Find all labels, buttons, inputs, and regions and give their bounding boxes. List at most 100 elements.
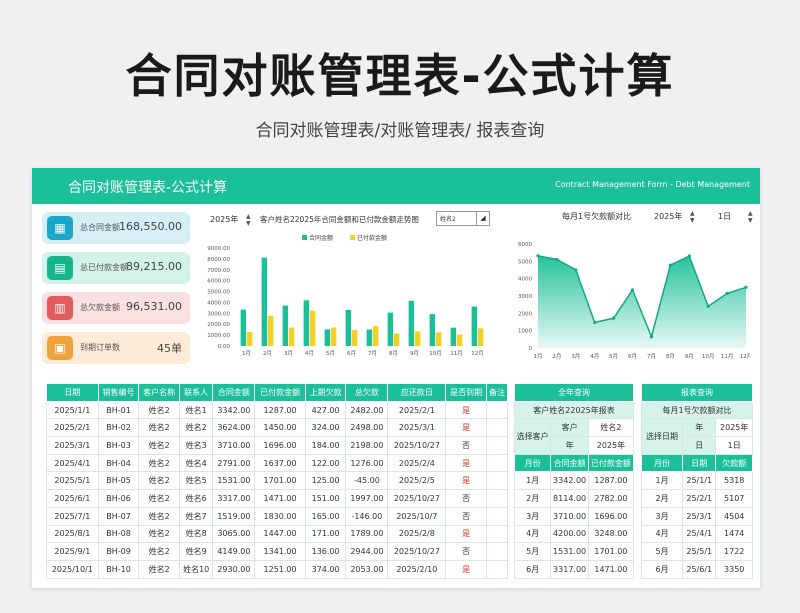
chart1-year-spinner[interactable]: ▲ ▼ bbox=[246, 213, 251, 227]
table-cell[interactable]: 2025/4/1 bbox=[46, 453, 99, 473]
table-cell[interactable] bbox=[485, 418, 509, 438]
table-cell[interactable]: 2025/3/1 bbox=[46, 436, 99, 455]
table-cell[interactable]: 2930.00 bbox=[212, 559, 256, 579]
table-cell[interactable]: 1789.00 bbox=[345, 524, 389, 544]
table-cell[interactable]: 25/3/1 bbox=[682, 506, 717, 526]
table-cell[interactable]: 3月 bbox=[513, 506, 552, 526]
table-cell[interactable]: 1531.00 bbox=[212, 471, 256, 491]
table-cell[interactable]: 姓名6 bbox=[178, 489, 214, 508]
table-cell[interactable]: 2025/2/10 bbox=[387, 559, 447, 579]
table-cell[interactable]: 姓名5 bbox=[178, 471, 214, 491]
table-cell[interactable] bbox=[485, 506, 509, 526]
table-cell[interactable]: 165.00 bbox=[304, 506, 347, 526]
table-cell[interactable]: 171.00 bbox=[304, 524, 347, 544]
table-cell[interactable]: 1637.00 bbox=[254, 453, 306, 473]
table-cell[interactable]: 1722 bbox=[715, 542, 753, 561]
table-cell[interactable]: 25/5/1 bbox=[682, 542, 717, 561]
table-cell[interactable]: 姓名2 bbox=[138, 524, 180, 544]
table-cell[interactable]: 1830.00 bbox=[254, 506, 306, 526]
table-cell[interactable]: 5107 bbox=[715, 489, 753, 508]
table-cell[interactable]: 姓名8 bbox=[178, 524, 214, 544]
table-cell[interactable]: 151.00 bbox=[304, 489, 347, 508]
table-cell[interactable]: 是 bbox=[445, 559, 487, 579]
table-cell[interactable]: 4149.00 bbox=[212, 542, 256, 561]
table-cell[interactable]: 2025/2/1 bbox=[46, 418, 99, 438]
table-cell[interactable]: 2025/10/27 bbox=[387, 489, 447, 508]
table-cell[interactable]: 8114.00 bbox=[550, 489, 589, 508]
table-cell[interactable] bbox=[485, 524, 509, 544]
table-cell[interactable]: 否 bbox=[445, 506, 487, 526]
chart2-year-value[interactable]: 2025年 bbox=[654, 211, 682, 222]
table-cell[interactable]: 5318 bbox=[715, 471, 753, 491]
table-cell[interactable]: 2025/1/1 bbox=[46, 400, 99, 420]
table-cell[interactable]: 2025/2/1 bbox=[387, 400, 447, 420]
table-cell[interactable]: 2053.00 bbox=[345, 559, 389, 579]
table-cell[interactable]: 姓名10 bbox=[178, 559, 214, 579]
table-cell[interactable]: 4504 bbox=[715, 506, 753, 526]
table-cell[interactable]: 3710.00 bbox=[212, 436, 256, 455]
table-cell[interactable]: 3624.00 bbox=[212, 418, 256, 438]
table-cell[interactable]: 374.00 bbox=[304, 559, 347, 579]
table-cell[interactable]: 25/4/1 bbox=[682, 524, 717, 544]
table-cell[interactable]: 3248.00 bbox=[587, 524, 635, 544]
table-cell[interactable]: 2025/2/5 bbox=[387, 471, 447, 491]
table-cell[interactable]: 4月 bbox=[640, 524, 684, 544]
table-cell[interactable]: 是 bbox=[445, 471, 487, 491]
table-cell[interactable]: BH-04 bbox=[97, 453, 140, 473]
table-cell[interactable]: 否 bbox=[445, 489, 487, 508]
table-cell[interactable]: 是 bbox=[445, 400, 487, 420]
table-cell[interactable]: 1251.00 bbox=[254, 559, 306, 579]
table-cell[interactable]: 姓名2 bbox=[138, 436, 180, 455]
table-cell[interactable]: 4月 bbox=[513, 524, 552, 544]
table-cell[interactable]: 122.00 bbox=[304, 453, 347, 473]
table-cell[interactable]: 1341.00 bbox=[254, 542, 306, 561]
table-cell[interactable]: 2025/10/27 bbox=[387, 436, 447, 455]
table-cell[interactable]: 5月 bbox=[640, 542, 684, 561]
table-cell[interactable]: 姓名4 bbox=[178, 453, 214, 473]
table-cell[interactable]: 1471.00 bbox=[587, 559, 635, 579]
table-cell[interactable]: 3342.00 bbox=[550, 471, 589, 491]
table-cell[interactable]: 6月 bbox=[513, 559, 552, 579]
table-cell[interactable]: 1696.00 bbox=[587, 506, 635, 526]
table-cell[interactable]: 否 bbox=[445, 436, 487, 455]
table-cell[interactable]: 1447.00 bbox=[254, 524, 306, 544]
table-cell[interactable]: 25/6/1 bbox=[682, 559, 717, 579]
table-cell[interactable]: 3065.00 bbox=[212, 524, 256, 544]
table-cell[interactable]: 1月 bbox=[640, 471, 684, 491]
table-cell[interactable]: 是 bbox=[445, 524, 487, 544]
table-cell[interactable]: BH-06 bbox=[97, 489, 140, 508]
table-cell[interactable]: 3月 bbox=[640, 506, 684, 526]
table-cell[interactable]: 姓名3 bbox=[178, 436, 214, 455]
table-cell[interactable]: -45.00 bbox=[345, 471, 389, 491]
table-cell[interactable]: 1701.00 bbox=[254, 471, 306, 491]
table-cell[interactable]: 1997.00 bbox=[345, 489, 389, 508]
table-cell[interactable]: 6月 bbox=[640, 559, 684, 579]
table-cell[interactable]: 25/2/1 bbox=[682, 489, 717, 508]
table-cell[interactable]: 2498.00 bbox=[345, 418, 389, 438]
table-cell[interactable]: BH-07 bbox=[97, 506, 140, 526]
table-cell[interactable]: BH-02 bbox=[97, 418, 140, 438]
table-cell[interactable] bbox=[485, 471, 509, 491]
table-cell[interactable]: BH-10 bbox=[97, 559, 140, 579]
chart2-day-spinner[interactable]: ▲ ▼ bbox=[748, 210, 753, 224]
table-cell[interactable]: 姓名2 bbox=[178, 418, 214, 438]
table-cell[interactable]: 姓名7 bbox=[178, 506, 214, 526]
table-cell[interactable] bbox=[485, 453, 509, 473]
chart2-year-spinner[interactable]: ▲ ▼ bbox=[690, 210, 695, 224]
table-cell[interactable]: 427.00 bbox=[304, 400, 347, 420]
table-cell[interactable]: 2月 bbox=[513, 489, 552, 508]
table-cell[interactable] bbox=[485, 559, 509, 579]
table-cell[interactable]: 4200.00 bbox=[550, 524, 589, 544]
table-cell[interactable]: 2025/6/1 bbox=[46, 489, 99, 508]
table-cell[interactable]: 2025/10/7 bbox=[387, 506, 447, 526]
table-cell[interactable]: 姓名2 bbox=[138, 400, 180, 420]
table-cell[interactable]: 姓名1 bbox=[178, 400, 214, 420]
table-cell[interactable]: 2025/7/1 bbox=[46, 506, 99, 526]
table-cell[interactable]: 姓名2 bbox=[138, 506, 180, 526]
table-cell[interactable]: 324.00 bbox=[304, 418, 347, 438]
table-cell[interactable]: 2025/10/27 bbox=[387, 542, 447, 561]
table-cell[interactable]: 184.00 bbox=[304, 436, 347, 455]
table-cell[interactable]: BH-09 bbox=[97, 542, 140, 561]
table-cell[interactable]: 1519.00 bbox=[212, 506, 256, 526]
table-cell[interactable]: 2782.00 bbox=[587, 489, 635, 508]
